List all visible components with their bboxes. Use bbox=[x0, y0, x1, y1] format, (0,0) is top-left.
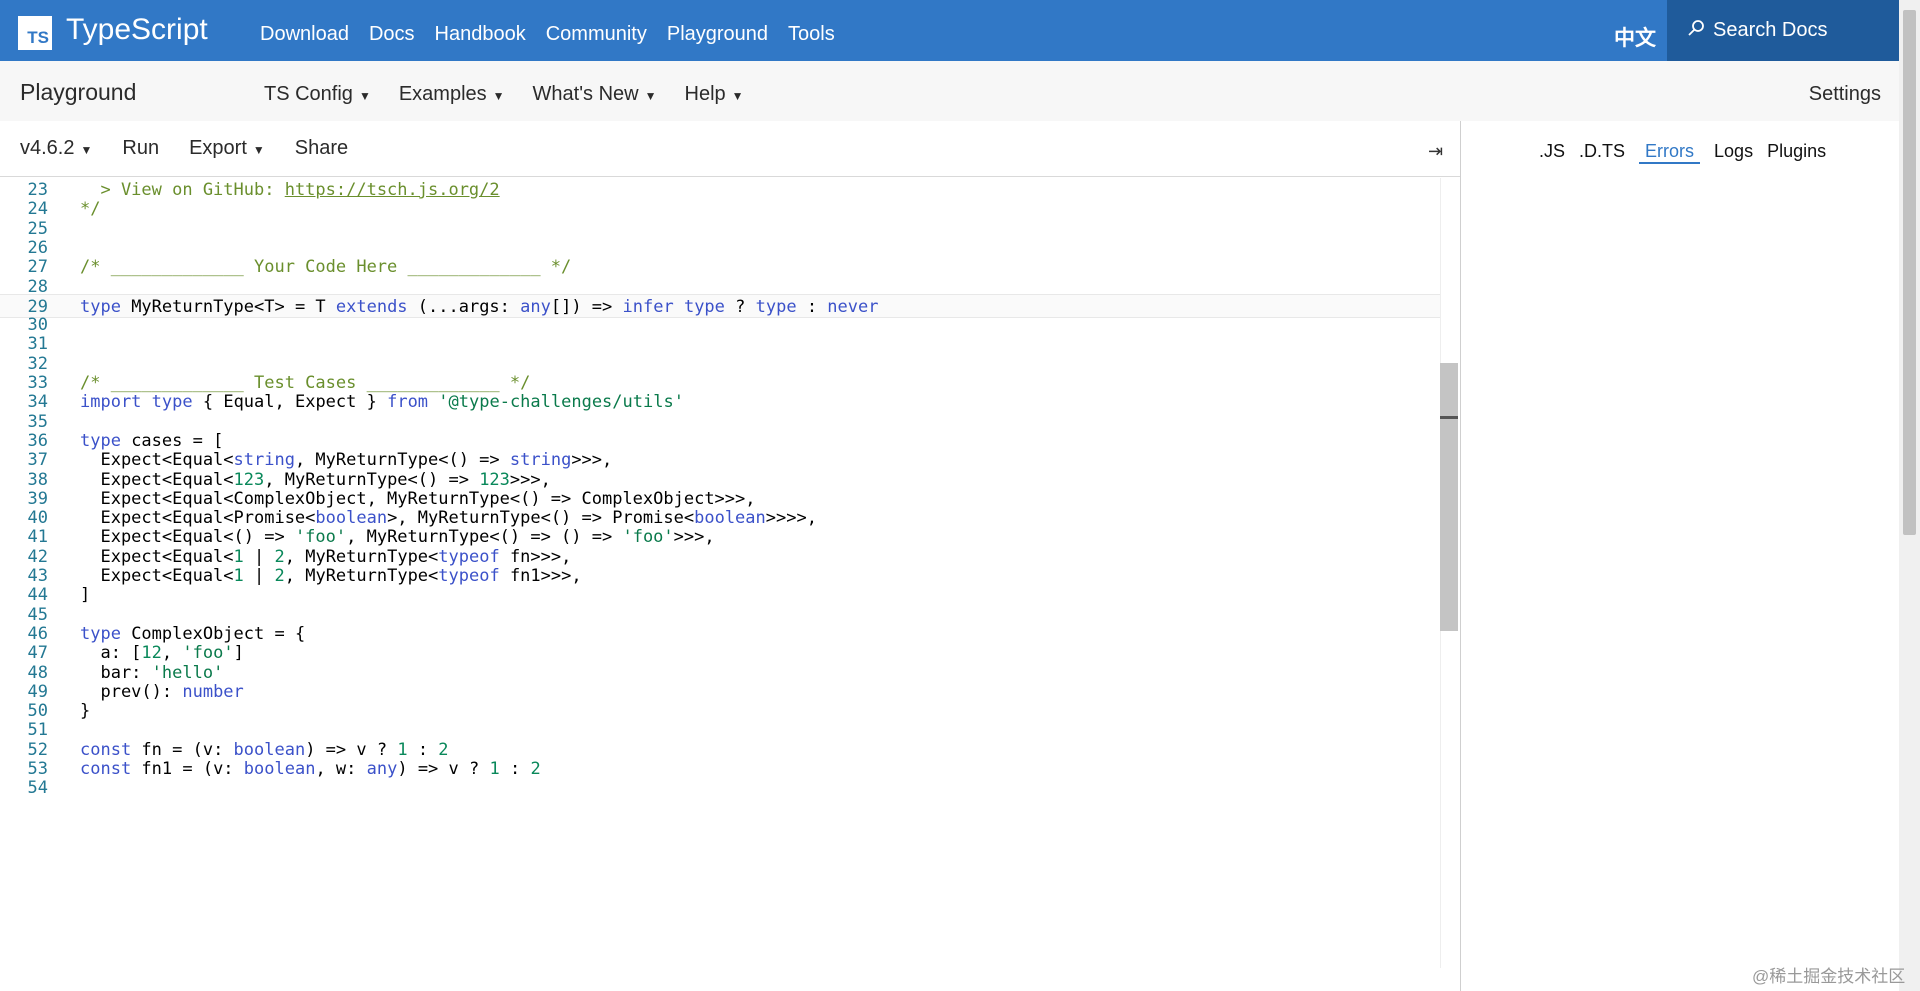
caret-down-icon: ▼ bbox=[252, 143, 265, 157]
examples-menu[interactable]: Examples ▼ bbox=[399, 83, 505, 106]
help-menu[interactable]: Help ▼ bbox=[685, 83, 744, 106]
main-nav-links: Download Docs Handbook Community Playgro… bbox=[260, 23, 835, 46]
nav-link-handbook[interactable]: Handbook bbox=[435, 23, 526, 46]
nav-link-community[interactable]: Community bbox=[546, 23, 647, 46]
output-tabs: .JS .D.TS Errors Logs Plugins bbox=[1539, 141, 1826, 164]
export-menu[interactable]: Export ▼ bbox=[189, 137, 265, 160]
examples-label: Examples bbox=[398, 83, 487, 105]
caret-down-icon: ▼ bbox=[644, 89, 657, 103]
search-docs-button[interactable]: Search Docs bbox=[1667, 0, 1899, 61]
caret-down-icon: ▼ bbox=[358, 89, 371, 103]
version-select[interactable]: v4.6.2 ▼ bbox=[20, 137, 92, 160]
tab-plugins[interactable]: Plugins bbox=[1767, 141, 1826, 164]
typescript-logo-icon[interactable]: TS bbox=[18, 16, 52, 50]
help-label: Help bbox=[684, 83, 726, 105]
nav-link-tools[interactable]: Tools bbox=[788, 23, 835, 46]
caret-down-icon: ▼ bbox=[80, 143, 93, 157]
tab-js[interactable]: .JS bbox=[1539, 141, 1565, 164]
editor-scroll-marker bbox=[1440, 416, 1458, 419]
brand-name[interactable]: TypeScript bbox=[66, 13, 208, 47]
caret-down-icon: ▼ bbox=[492, 89, 505, 103]
logo-text: TS bbox=[27, 28, 49, 47]
language-switch[interactable]: 中文 bbox=[1614, 22, 1656, 52]
tab-dts[interactable]: .D.TS bbox=[1579, 141, 1625, 164]
nav-link-playground[interactable]: Playground bbox=[667, 23, 768, 46]
code-editor[interactable]: 23 > View on GitHub: https://tsch.js.org… bbox=[0, 178, 1460, 978]
page-scrollbar-thumb[interactable] bbox=[1903, 10, 1916, 535]
search-icon bbox=[1687, 19, 1705, 43]
watermark: @稀土掘金技术社区 bbox=[1752, 967, 1906, 986]
version-label: v4.6.2 bbox=[20, 137, 75, 159]
playground-menus: TS Config ▼ Examples ▼ What's New ▼ Help ▼ bbox=[264, 83, 744, 106]
top-navigation: TS TypeScript Download Docs Handbook Com… bbox=[0, 0, 1899, 61]
playground-menu-bar: Playground TS Config ▼ Examples ▼ What's N… bbox=[0, 61, 1899, 121]
editor-scrollbar-thumb[interactable] bbox=[1440, 363, 1458, 631]
editor-toolbar: v4.6.2 ▼ Run Export ▼ Share bbox=[0, 121, 1460, 177]
nav-link-download[interactable]: Download bbox=[260, 23, 349, 46]
tab-errors[interactable]: Errors bbox=[1639, 141, 1701, 164]
collapse-sidebar-icon[interactable]: ⇥ bbox=[1428, 141, 1443, 162]
whats-new-menu[interactable]: What's New ▼ bbox=[533, 83, 657, 106]
page-title: Playground bbox=[20, 79, 137, 105]
output-sidebar: .JS .D.TS Errors Logs Plugins bbox=[1461, 121, 1899, 991]
line-number: 54 bbox=[27, 778, 48, 799]
code-line[interactable]: 54 bbox=[0, 776, 1458, 800]
tab-logs[interactable]: Logs bbox=[1714, 141, 1753, 164]
settings-link[interactable]: Settings bbox=[1809, 83, 1881, 106]
ts-config-menu[interactable]: TS Config ▼ bbox=[264, 83, 371, 106]
run-button[interactable]: Run bbox=[122, 137, 159, 160]
nav-link-docs[interactable]: Docs bbox=[369, 23, 415, 46]
whats-new-label: What's New bbox=[532, 83, 639, 105]
caret-down-icon: ▼ bbox=[731, 89, 744, 103]
share-button[interactable]: Share bbox=[295, 137, 348, 160]
search-docs-label: Search Docs bbox=[1713, 19, 1828, 41]
ts-config-label: TS Config bbox=[264, 83, 353, 105]
export-label: Export bbox=[189, 137, 247, 159]
